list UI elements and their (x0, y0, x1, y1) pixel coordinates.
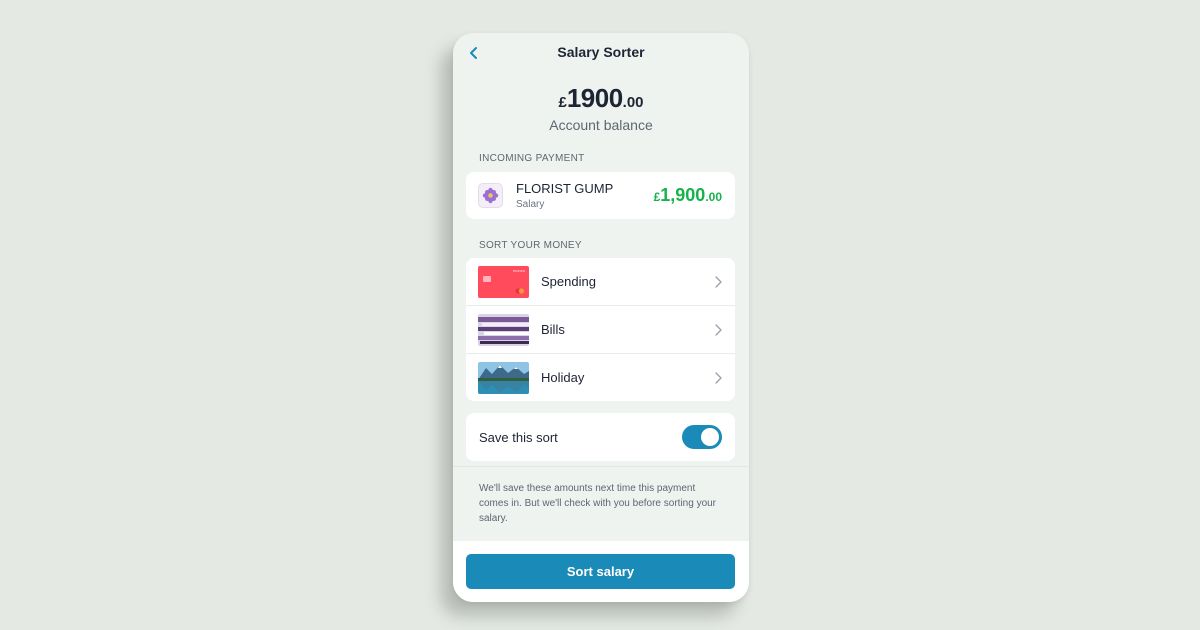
sort-item-label: Bills (541, 322, 565, 337)
chevron-right-icon (715, 324, 722, 336)
flower-icon (478, 183, 503, 208)
toggle-knob (701, 428, 719, 446)
page-title: Salary Sorter (557, 44, 645, 60)
amount-whole: 1,900 (660, 185, 706, 205)
balance-label: Account balance (549, 117, 653, 133)
sort-salary-button[interactable]: Sort salary (466, 554, 735, 589)
sort-list: monzo Spending Bills Holiday (466, 258, 735, 401)
sort-item-bills[interactable]: Bills (466, 305, 735, 353)
card-thumbnail: monzo (478, 266, 529, 298)
chevron-right-icon (715, 372, 722, 384)
balance-pence: .00 (622, 94, 644, 111)
sort-item-spending[interactable]: monzo Spending (466, 258, 735, 306)
card-brand-text: monzo (513, 268, 526, 273)
balance-whole: 1900 (566, 83, 623, 113)
sort-item-holiday[interactable]: Holiday (466, 353, 735, 401)
account-balance: £1900.00 (453, 83, 749, 114)
sort-item-label: Spending (541, 274, 596, 289)
lake-thumbnail (478, 362, 529, 394)
sort-item-label: Holiday (541, 370, 585, 385)
payment-category: Salary (516, 199, 545, 210)
save-sort-card: Save this sort (466, 413, 735, 461)
save-sort-toggle[interactable] (682, 425, 722, 449)
payee-name: FLORIST GUMP (516, 181, 614, 196)
incoming-payment-card: FLORIST GUMP Salary £1,900.00 (466, 172, 735, 219)
chevron-right-icon (715, 276, 722, 288)
bills-thumbnail (478, 314, 529, 346)
phone-screen: Salary Sorter £1900.00 Account balance I… (453, 33, 749, 602)
balance-currency: £ (558, 94, 567, 111)
save-sort-note: We'll save these amounts next time this … (479, 483, 717, 524)
amount-pence: .00 (705, 190, 722, 204)
sort-money-heading: SORT YOUR MONEY (479, 240, 582, 251)
incoming-amount: £1,900.00 (654, 185, 722, 206)
incoming-payment-heading: INCOMING PAYMENT (479, 153, 585, 164)
save-sort-label: Save this sort (479, 430, 558, 445)
divider (453, 466, 749, 467)
